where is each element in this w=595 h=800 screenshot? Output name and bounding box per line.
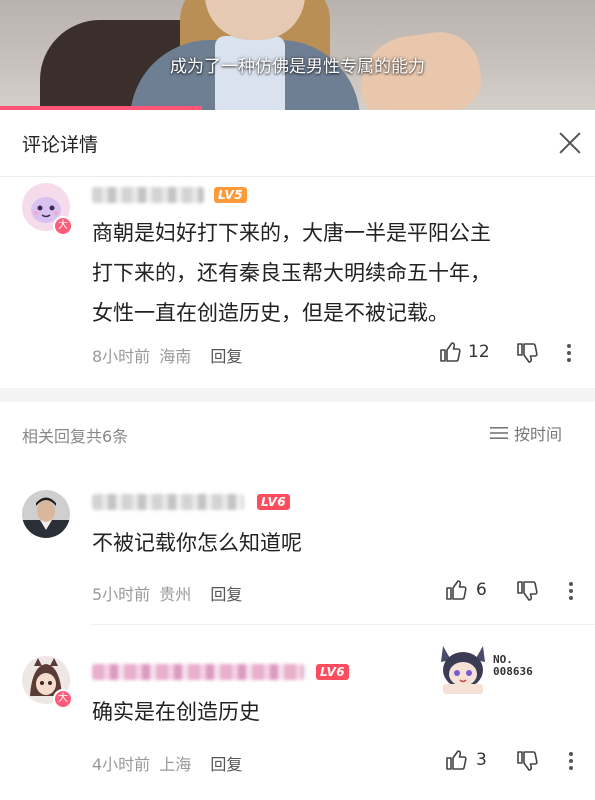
comment-location: 海南 — [159, 347, 192, 366]
more-options-button[interactable] — [565, 341, 573, 365]
level-badge: LV6 — [257, 494, 291, 510]
more-vertical-icon — [569, 582, 573, 600]
dislike-button[interactable] — [515, 749, 539, 773]
avatar[interactable] — [22, 490, 70, 538]
level-badge: LV5 — [214, 187, 248, 203]
reply-meta: 5小时前 贵州 回复 — [92, 581, 242, 605]
reply-time: 4小时前 — [92, 755, 151, 774]
like-button[interactable]: 12 — [438, 340, 490, 364]
thumbs-down-icon — [517, 751, 538, 771]
level-badge: LV6 — [316, 664, 350, 680]
reply-location: 上海 — [159, 755, 192, 774]
person-avatar-icon — [22, 490, 70, 538]
video-subtitle: 成为了一种仿佛是男性专属的能力 — [170, 57, 425, 77]
anime-cat-girl-icon — [441, 646, 485, 694]
like-button[interactable]: 6 — [444, 578, 487, 602]
sticker-number-label: NO. 008636 — [493, 654, 533, 678]
more-options-button[interactable] — [567, 749, 575, 773]
sticker-id: 008636 — [493, 665, 533, 678]
thumbs-up-icon — [440, 342, 461, 362]
more-options-button[interactable] — [567, 579, 575, 603]
sort-lines-icon — [490, 427, 508, 439]
like-count: 12 — [468, 342, 490, 362]
thumbs-down-icon — [517, 581, 538, 601]
page-title: 评论详情 — [22, 134, 99, 156]
like-button[interactable]: 3 — [444, 748, 487, 772]
username-blurred[interactable] — [92, 664, 304, 680]
more-vertical-icon — [567, 344, 571, 362]
dislike-button[interactable] — [515, 579, 539, 603]
reply-text: 不被记载你怎么知道呢 — [92, 531, 302, 555]
reply-button[interactable]: 回复 — [210, 585, 242, 604]
sticker-anime-cat: NO. 008636 — [433, 638, 549, 698]
comment-line: 商朝是妇好打下来的，大唐一半是平阳公主 — [92, 221, 491, 245]
avatar-badge: 大 — [53, 216, 73, 236]
like-count: 6 — [476, 580, 487, 600]
reply-time: 5小时前 — [92, 585, 151, 604]
related-replies-count: 相关回复共6条 — [22, 427, 129, 446]
like-count: 3 — [476, 750, 487, 770]
sort-label: 按时间 — [514, 425, 563, 444]
comment-line: 打下来的，还有秦良玉帮大明续命五十年， — [92, 261, 491, 285]
comment-meta: 8小时前 海南 回复 — [92, 343, 242, 367]
sort-by-time-button[interactable]: 按时间 — [490, 421, 562, 445]
avatar-badge: 大 — [53, 689, 73, 709]
reply-button[interactable]: 回复 — [210, 755, 242, 774]
username-blurred[interactable] — [92, 187, 204, 203]
username-blurred[interactable] — [92, 494, 244, 510]
thumbs-down-icon — [517, 343, 538, 363]
more-vertical-icon — [569, 752, 573, 770]
comment-time: 8小时前 — [92, 347, 151, 366]
comment-detail-header: 评论详情 — [0, 110, 595, 177]
reply-location: 贵州 — [159, 585, 192, 604]
thumbs-up-icon — [446, 750, 467, 770]
close-icon[interactable] — [556, 129, 584, 157]
comment-text: 商朝是妇好打下来的，大唐一半是平阳公主 打下来的，还有秦良玉帮大明续命五十年， … — [92, 213, 491, 333]
reply-button[interactable]: 回复 — [210, 347, 242, 366]
reply-text: 确实是在创造历史 — [92, 700, 260, 724]
video-player[interactable]: 成为了一种仿佛是男性专属的能力 — [0, 0, 595, 110]
comment-line: 女性一直在创造历史，但是不被记载。 — [92, 301, 449, 325]
thumbs-up-icon — [446, 580, 467, 600]
reply-divider — [90, 624, 595, 625]
section-separator — [0, 388, 595, 402]
reply-meta: 4小时前 上海 回复 — [92, 751, 242, 775]
dislike-button[interactable] — [515, 341, 539, 365]
